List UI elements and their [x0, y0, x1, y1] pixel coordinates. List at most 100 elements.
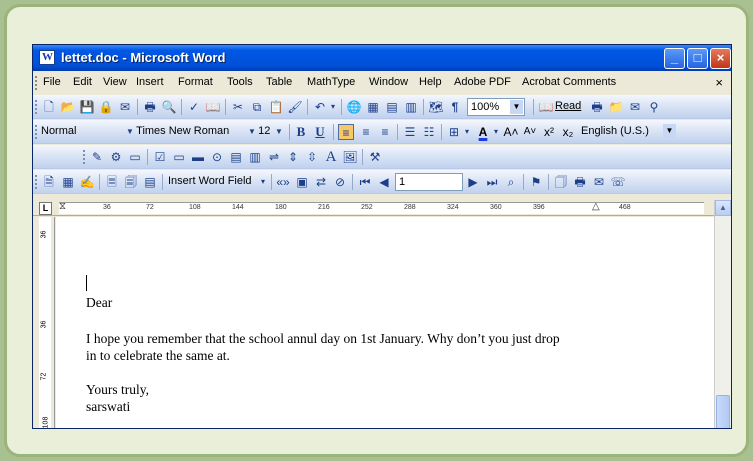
align-center-icon[interactable]: ≡ — [358, 124, 374, 140]
merge-to-document-icon[interactable]: 🗍 — [553, 174, 569, 190]
style-label[interactable]: Normal — [41, 125, 76, 137]
tables-borders-icon[interactable]: ▦ — [365, 99, 381, 115]
open-folder-icon[interactable]: 📂 — [60, 99, 76, 115]
toggle-button-icon[interactable]: ⇌ — [266, 149, 282, 165]
menu-file[interactable]: File — [43, 76, 61, 88]
chevron-down-icon[interactable]: ▾ — [491, 124, 501, 140]
borders-icon[interactable]: ⊞ — [446, 124, 462, 140]
language-dropdown[interactable]: ▼ — [661, 123, 677, 141]
print-preview-icon[interactable]: 🔍 — [161, 99, 177, 115]
document-line[interactable]: in to celebrate the same at. — [86, 348, 230, 364]
hyperlink-icon[interactable]: 🌐 — [346, 99, 362, 115]
find-entry-icon[interactable]: ⌕ — [503, 174, 519, 190]
insert-merge-fields-icon[interactable]: ▤ — [142, 174, 158, 190]
chevron-down-icon[interactable]: ▼ — [271, 124, 287, 140]
email-icon[interactable]: ✉ — [117, 99, 133, 115]
right-indent-marker-icon[interactable]: △ — [592, 201, 600, 212]
document-line[interactable]: I hope you remember that the school annu… — [86, 331, 560, 347]
subscript-icon[interactable]: x₂ — [560, 124, 576, 140]
spelling-icon[interactable]: ✓ — [186, 99, 202, 115]
undo-dropdown-icon[interactable]: ▾ — [328, 99, 338, 115]
new-document-icon[interactable]: 🗋 — [41, 99, 57, 115]
shrink-font-icon[interactable]: A˅ — [522, 124, 538, 140]
folder-icon[interactable]: 📁 — [608, 99, 624, 115]
control-properties-icon[interactable]: ⚙ — [108, 149, 124, 165]
recipients-icon[interactable]: ✍ — [79, 174, 95, 190]
menu-mathtype[interactable]: MathType — [307, 76, 355, 88]
permission-icon[interactable]: 🔒 — [98, 99, 114, 115]
view-merged-data-icon[interactable]: «» — [275, 174, 291, 190]
vertical-scrollbar[interactable]: ▲ — [714, 200, 731, 428]
textbox-icon[interactable]: ▭ — [171, 149, 187, 165]
language-label[interactable]: English (U.S.) — [581, 125, 649, 137]
ruler-track[interactable]: 36 72 108 144 180 216 252 288 324 360 39… — [59, 201, 704, 214]
font-color-icon[interactable]: A — [475, 124, 491, 140]
columns-icon[interactable]: ▥ — [403, 99, 419, 115]
scroll-thumb[interactable] — [716, 395, 730, 428]
document-map-icon[interactable]: 🗺 — [428, 99, 444, 115]
scroll-up-icon[interactable]: ▲ — [715, 200, 731, 216]
tab-selector[interactable]: L — [39, 202, 52, 215]
open-data-source-icon[interactable]: ▦ — [60, 174, 76, 190]
more-controls-icon[interactable]: ⚒ — [367, 149, 383, 165]
menu-format[interactable]: Format — [178, 76, 213, 88]
menu-adobe-pdf[interactable]: Adobe PDF — [454, 76, 511, 88]
chevron-down-icon[interactable]: ▾ — [462, 124, 472, 140]
title-bar[interactable]: lettet.doc - Microsoft Word _ □ × — [33, 45, 731, 71]
next-record-icon[interactable]: ▶ — [465, 174, 481, 190]
checkbox-icon[interactable]: ☑ — [152, 149, 168, 165]
word-app-icon[interactable] — [39, 50, 55, 65]
save-icon[interactable]: 💾 — [79, 99, 95, 115]
close-button[interactable]: × — [710, 48, 731, 69]
print-icon[interactable]: 🖶 — [142, 99, 158, 115]
bullets-icon[interactable]: ☷ — [421, 124, 437, 140]
print-pdf-icon[interactable]: 🖶 — [589, 99, 605, 115]
bold-button[interactable]: B — [293, 124, 309, 140]
undo-icon[interactable]: ↶ — [312, 99, 328, 115]
first-record-icon[interactable]: ⏮ — [357, 174, 373, 190]
propagate-labels-icon[interactable]: ⊘ — [332, 174, 348, 190]
menu-table[interactable]: Table — [266, 76, 292, 88]
copy-icon[interactable]: ⧉ — [249, 99, 265, 115]
spin-button-icon[interactable]: ⇕ — [285, 149, 301, 165]
record-number-input[interactable]: 1 — [395, 173, 463, 191]
check-errors-icon[interactable]: ⚑ — [528, 174, 544, 190]
minimize-button[interactable]: _ — [664, 48, 685, 69]
font-select[interactable]: ▼ Times New Roman — [123, 123, 243, 141]
cut-icon[interactable]: ✂ — [230, 99, 246, 115]
highlight-fields-icon[interactable]: ▣ — [294, 174, 310, 190]
insert-greeting-icon[interactable]: 🗐 — [123, 174, 139, 190]
zoom-select[interactable]: 100% ▼ — [467, 98, 525, 116]
toolbar-grip[interactable] — [35, 125, 37, 139]
main-document-setup-icon[interactable]: 🗎 — [41, 174, 57, 190]
grow-font-icon[interactable]: A˄ — [503, 124, 519, 140]
menu-insert[interactable]: Insert — [136, 76, 164, 88]
label-button[interactable]: A — [323, 149, 339, 165]
menu-edit[interactable]: Edit — [73, 76, 92, 88]
envelope-icon[interactable]: ✉ — [627, 99, 643, 115]
binoculars-icon[interactable]: ⚲ — [646, 99, 662, 115]
underline-button[interactable]: U — [312, 124, 328, 140]
read-button[interactable]: Read — [555, 100, 581, 112]
merge-to-fax-icon[interactable]: ☏ — [610, 174, 626, 190]
left-indent-marker-icon[interactable]: ⧖ — [59, 201, 66, 212]
document-line[interactable]: Yours truly, — [86, 382, 149, 398]
superscript-icon[interactable]: x² — [541, 124, 557, 140]
menu-window[interactable]: Window — [369, 76, 408, 88]
match-fields-icon[interactable]: ⇄ — [313, 174, 329, 190]
last-record-icon[interactable]: ⏭ — [484, 174, 500, 190]
insert-word-field-button[interactable]: Insert Word Field — [168, 175, 252, 187]
chevron-down-icon[interactable]: ▾ — [255, 174, 271, 190]
merge-to-email-icon[interactable]: ✉ — [591, 174, 607, 190]
menu-acrobat-comments[interactable]: Acrobat Comments — [522, 76, 616, 88]
read-icon[interactable]: 📖 — [538, 99, 554, 115]
document-line[interactable]: sarswati — [86, 399, 130, 415]
listbox-icon[interactable]: ▤ — [228, 149, 244, 165]
document-line[interactable]: Dear — [86, 295, 112, 311]
menu-grip[interactable] — [35, 76, 38, 90]
command-button-icon[interactable]: ▬ — [190, 149, 206, 165]
toolbar-grip[interactable] — [83, 150, 85, 164]
combobox-icon[interactable]: ▥ — [247, 149, 263, 165]
toolbar-grip[interactable] — [35, 100, 37, 114]
scrollbar-icon[interactable]: ⇳ — [304, 149, 320, 165]
